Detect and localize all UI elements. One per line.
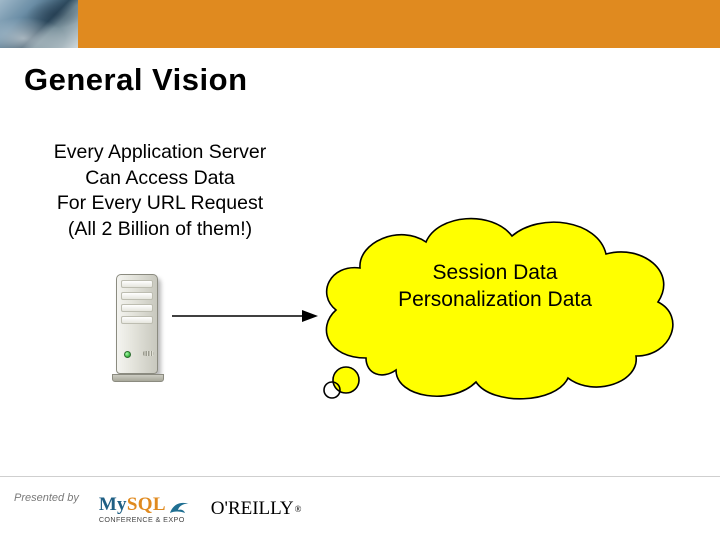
server-drive-bay (121, 316, 153, 324)
server-drive-bay (121, 280, 153, 288)
oreilly-logo: O'REILLY® (211, 498, 302, 520)
body-line-4: (All 2 Billion of them!) (30, 217, 290, 243)
presented-by-label: Presented by (14, 492, 79, 504)
footer: Presented by MySQL CONFERENCE & EXPO O'R… (0, 476, 720, 540)
server-power-led-icon (124, 351, 131, 358)
body-line-3: For Every URL Request (30, 191, 290, 217)
server-vent-icon (143, 351, 154, 356)
mysql-tagline: CONFERENCE & EXPO (99, 515, 185, 524)
body-line-2: Can Access Data (30, 166, 290, 192)
cloud-text: Session Data Personalization Data (335, 260, 655, 314)
registered-mark-icon: ® (295, 504, 302, 514)
server-icon (108, 270, 166, 382)
mysql-logo: MySQL CONFERENCE & EXPO (99, 494, 191, 524)
mysql-wordmark: MySQL (99, 494, 166, 516)
mysql-dolphin-icon (169, 500, 191, 516)
oreilly-wordmark: O'REILLY (211, 498, 294, 520)
header-bar (0, 0, 720, 48)
body-line-1: Every Application Server (30, 140, 290, 166)
slide-title: General Vision (24, 62, 248, 98)
arrow-icon (170, 306, 320, 326)
server-base (112, 374, 164, 382)
server-body (116, 274, 158, 374)
cloud-line-1: Session Data (335, 260, 655, 287)
server-drive-bay (121, 304, 153, 312)
body-paragraph: Every Application Server Can Access Data… (30, 140, 290, 243)
cloud-line-2: Personalization Data (335, 287, 655, 314)
server-drive-bay (121, 292, 153, 300)
wave-image-icon (0, 0, 78, 48)
